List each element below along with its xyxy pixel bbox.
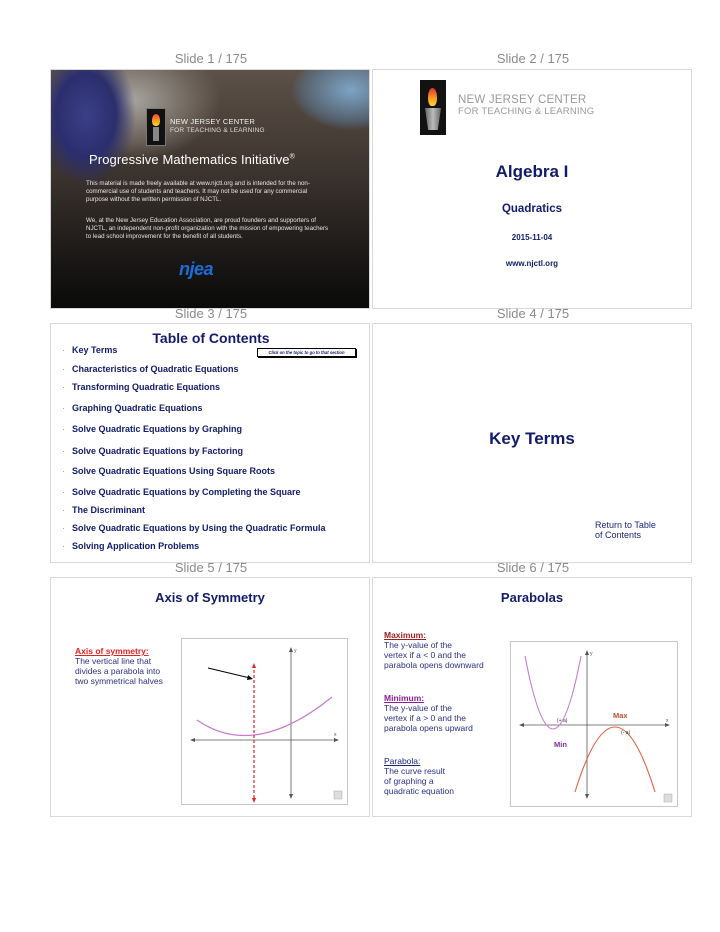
brand-line-2: FOR TEACHING & LEARNING <box>458 106 595 117</box>
max-label: Max <box>613 711 628 720</box>
slide-2-label: Slide 2 / 175 <box>496 51 570 66</box>
y-axis-label: y <box>590 651 593 657</box>
y-axis-arrow-down-icon <box>585 794 589 799</box>
njctl-brand: NEW JERSEY CENTER FOR TEACHING & LEARNIN… <box>170 117 265 135</box>
slide-3-label: Slide 3 / 175 <box>174 306 248 321</box>
parabola-definition: Parabola: The curve result of graphing a… <box>384 756 454 796</box>
axis-definition: Axis of symmetry: The vertical line that… <box>75 646 163 686</box>
positive-a-label: (+ a) <box>557 718 568 724</box>
maximum-definition: Maximum: The y-value of the vertex if a … <box>384 630 484 670</box>
slide-1-thumbnail[interactable]: NEW JERSEY CENTER FOR TEACHING & LEARNIN… <box>50 69 370 309</box>
slide-4-label: Slide 4 / 175 <box>496 306 570 321</box>
x-axis-label: x <box>334 732 337 738</box>
parabola-curve <box>196 696 333 737</box>
x-axis-arrow-left-icon <box>519 723 524 727</box>
njea-logo: njea <box>179 259 214 279</box>
slide-6-thumbnail[interactable]: Parabolas Maximum: The y-value of the ve… <box>372 577 692 817</box>
toc-item[interactable]: · Characteristics of Quadratic Equations <box>62 364 239 374</box>
toc-item[interactable]: · Solve Quadratic Equations by Factoring <box>62 446 243 456</box>
toc-item[interactable]: · Solving Application Problems <box>62 541 199 551</box>
minimum-definition: Minimum: The y-value of the vertex if a … <box>384 693 473 733</box>
njctl-torch-logo-icon <box>420 80 446 135</box>
brand-line-2: FOR TEACHING & LEARNING <box>170 127 265 134</box>
axis-of-symmetry-graph: x y <box>181 638 348 805</box>
pointer-arrowhead-icon <box>247 675 253 680</box>
graph-widget-icon <box>663 793 673 803</box>
toc-item[interactable]: · Graphing Quadratic Equations <box>62 403 203 413</box>
toc-item[interactable]: · Transforming Quadratic Equations <box>62 382 220 392</box>
slide-3-thumbnail[interactable]: Table of Contents Click on the topic to … <box>50 323 370 563</box>
symmetry-arrow-up-icon <box>252 663 256 668</box>
toc-item[interactable]: · The Discriminant <box>62 505 145 515</box>
date-text: 2015-11-04 <box>511 233 553 242</box>
pmi-title: Progressive Mathematics Initiative® <box>89 152 295 167</box>
slide-4-thumbnail[interactable]: Key Terms Return to Table of Contents <box>372 323 692 563</box>
upward-parabola <box>524 655 582 730</box>
njctl-torch-logo-icon <box>146 108 166 146</box>
brand-line-1: NEW JERSEY CENTER <box>458 94 587 106</box>
term-label: Axis of symmetry: <box>75 646 149 656</box>
toc-title: Table of Contents <box>152 330 270 346</box>
negative-a-label: (- a) <box>621 730 631 736</box>
slide-6-label: Slide 6 / 175 <box>496 560 570 575</box>
slide-2-thumbnail[interactable]: NEW JERSEY CENTER FOR TEACHING & LEARNIN… <box>372 69 692 309</box>
x-axis-arrow-right-icon <box>334 738 339 742</box>
parabolas-graph: x y (+ a) (- a) Max Min <box>510 641 678 807</box>
course-title: Algebra I <box>495 162 569 181</box>
slide-5-label: Slide 5 / 175 <box>174 560 248 575</box>
njea-notice: We, at the New Jersey Education Associat… <box>86 217 329 240</box>
slide-5-thumbnail[interactable]: Axis of Symmetry Axis of symmetry: The v… <box>50 577 370 817</box>
y-axis-label: y <box>294 648 297 654</box>
usage-notice: This material is made freely available a… <box>86 180 310 203</box>
pointer-arrow <box>207 667 251 679</box>
toc-hint-box: Click on the topic to go to that section <box>257 348 356 357</box>
slide-title: Parabolas <box>500 590 564 605</box>
brand-line-1: NEW JERSEY CENTER <box>170 117 255 126</box>
section-title: Key Terms <box>489 429 575 448</box>
toc-item[interactable]: · Solve Quadratic Equations by Completing… <box>62 487 301 497</box>
symmetry-arrow-down-icon <box>252 798 256 803</box>
y-axis-arrow-up-icon <box>585 650 589 655</box>
toc-item[interactable]: · Solve Quadratic Equations Using Square … <box>62 466 275 476</box>
slide-title: Axis of Symmetry <box>155 590 265 605</box>
x-axis-arrow-left-icon <box>190 738 195 742</box>
toc-item[interactable]: · Solve Quadratic Equations by Graphing <box>62 424 242 434</box>
return-to-toc-link[interactable]: Return to Table of Contents <box>595 520 656 540</box>
y-axis-arrow-down-icon <box>289 794 293 799</box>
toc-item[interactable]: · Key Terms <box>62 345 117 355</box>
unit-title: Quadratics <box>501 203 563 215</box>
min-label: Min <box>554 740 567 749</box>
y-axis-arrow-up-icon <box>289 647 293 652</box>
slide-1-label: Slide 1 / 175 <box>174 51 248 66</box>
website-link[interactable]: www.njctl.org <box>373 259 691 268</box>
x-axis-label: x <box>666 718 669 724</box>
toc-item[interactable]: · Solve Quadratic Equations by Using the … <box>62 523 326 533</box>
njctl-brand: NEW JERSEY CENTER FOR TEACHING & LEARNIN… <box>458 94 594 118</box>
graph-widget-icon <box>333 790 343 800</box>
